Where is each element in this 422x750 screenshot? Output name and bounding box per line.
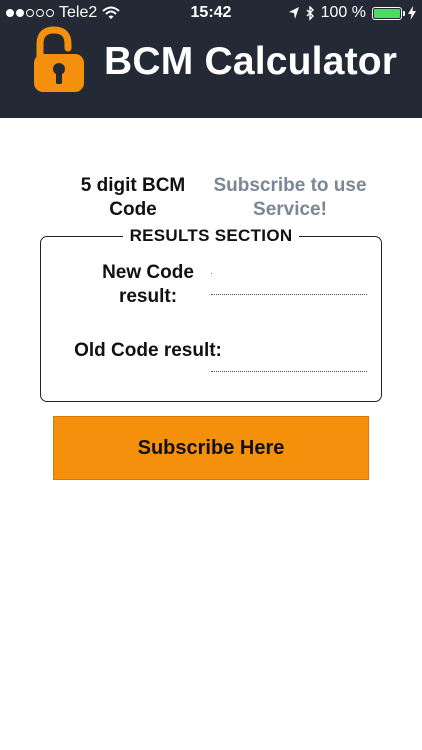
battery-percentage: 100 % [320, 4, 366, 21]
battery-level-fill [374, 8, 400, 18]
charging-bolt-icon [408, 6, 416, 20]
old-code-result-field[interactable] [211, 371, 367, 372]
app-title: BCM Calculator [104, 40, 398, 83]
new-code-label: New Code result: [102, 262, 194, 307]
bcm-code-label: 5 digit BCM Code [80, 175, 186, 220]
results-section: RESULTS SECTION New Code result: Old Cod… [40, 226, 382, 402]
bluetooth-icon [306, 5, 314, 21]
padlock-icon [34, 26, 84, 92]
new-code-result-field[interactable] [211, 294, 367, 295]
subscribe-button[interactable]: Subscribe Here [53, 416, 369, 480]
location-arrow-icon [288, 7, 299, 19]
new-code-cursor [211, 273, 212, 274]
results-section-title: RESULTS SECTION [122, 226, 300, 245]
status-bar: Tele2 15:42 100 % [0, 0, 422, 28]
app-header: Tele2 15:42 100 % BCM Calculator [0, 0, 422, 118]
old-code-cursor [211, 352, 212, 353]
battery-icon [372, 6, 405, 20]
results-section-title-wrap: RESULTS SECTION [41, 226, 381, 246]
battery-tip [403, 10, 405, 16]
subscribe-prompt-link[interactable]: Subscribe to use Service! [212, 174, 368, 222]
old-code-label: Old Code result: [74, 340, 222, 361]
status-right: 100 % [288, 4, 416, 22]
